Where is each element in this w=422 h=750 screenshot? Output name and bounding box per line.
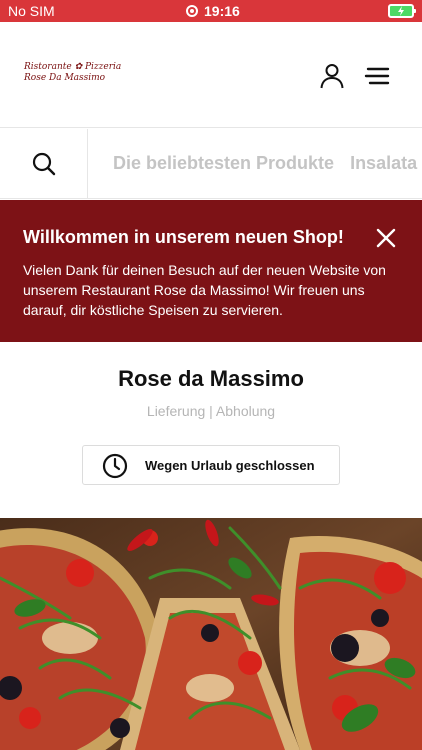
opening-status-button[interactable]: Wegen Urlaub geschlossen [82,445,340,485]
carrier-label: No SIM [8,3,55,19]
welcome-banner: Willkommen in unserem neuen Shop! Vielen… [0,200,422,342]
search-icon [32,152,55,176]
restaurant-name: Rose da Massimo [118,366,304,391]
opening-status-label: Wegen Urlaub geschlossen [145,458,315,473]
user-icon [320,64,344,89]
banner-text: Vielen Dank für deinen Besuch auf der ne… [23,262,386,318]
restaurant-logo[interactable]: Ristorante ✿ Pizzeria Rose Da Massimo [24,62,122,90]
menu-icon [364,67,390,85]
pizza-hero-image [0,518,422,750]
status-center: 19:16 [186,3,240,19]
status-time: 19:16 [204,3,240,19]
clock-icon [102,453,128,479]
account-button[interactable] [318,62,346,90]
category-tabs: Die beliebtesten Produkte Insalata [113,153,417,174]
status-bar: No SIM 19:16 [0,0,422,22]
category-tab-popular[interactable]: Die beliebtesten Produkte [113,153,334,174]
logo-line-1: Ristorante ✿ Pizzeria [24,62,122,72]
close-banner-button[interactable] [374,226,398,250]
service-modes: Lieferung | Abholung [146,403,276,419]
pizza-illustration [0,518,422,750]
logo-line-2: Rose Da Massimo [24,73,106,83]
orientation-lock-icon [186,5,198,17]
banner-title: Willkommen in unserem neuen Shop! [23,227,344,247]
category-bar: Die beliebtesten Produkte Insalata [0,129,422,199]
category-tab-insalata[interactable]: Insalata [350,153,417,174]
menu-button[interactable] [364,66,390,86]
search-button[interactable] [0,129,88,198]
close-icon [376,228,396,248]
battery-icon [388,4,416,18]
site-header: Ristorante ✿ Pizzeria Rose Da Massimo [0,22,422,128]
